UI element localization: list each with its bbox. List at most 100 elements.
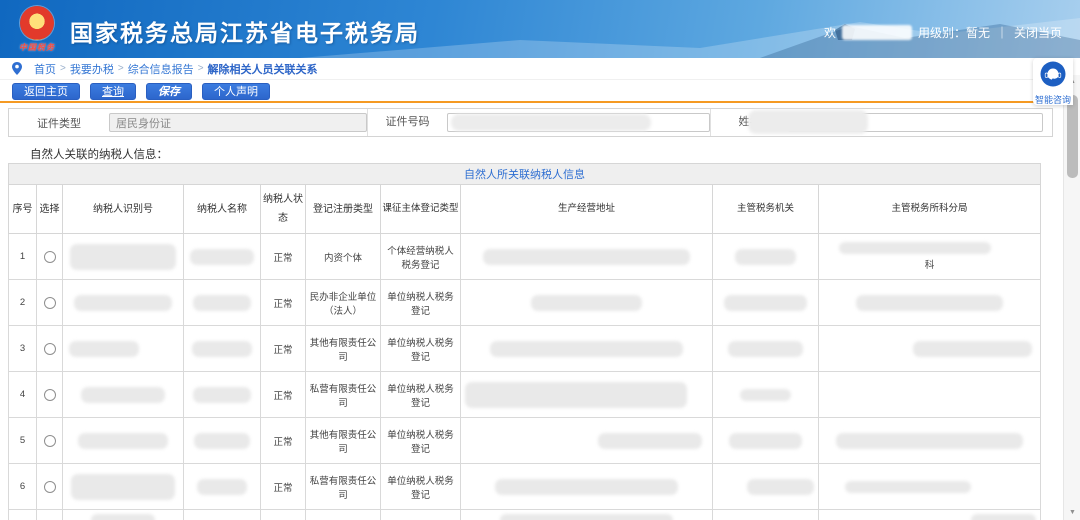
redacted-business-address <box>500 514 673 520</box>
redacted-business-address <box>531 295 642 311</box>
col-header-tax-branch: 主管税务所科分局 <box>819 185 1041 234</box>
col-header-select: 选择 <box>37 185 63 234</box>
col-header-levy-subject-type: 课征主体登记类型 <box>381 185 461 234</box>
logo-caption: 中国税务 <box>14 42 60 53</box>
taxpayer-status: 正常 <box>261 234 306 280</box>
divider-text: ｜ <box>996 24 1008 41</box>
redacted-taxpayer-name <box>192 341 251 357</box>
redacted-tax-authority <box>740 389 791 401</box>
levy-subject-type: 个体经营纳税人税务登记 <box>381 234 461 280</box>
scrollbar-thumb[interactable] <box>1067 95 1078 178</box>
redacted-taxpayer-name <box>194 433 250 449</box>
redacted-taxpayer-id <box>71 474 175 500</box>
redacted-taxpayer-name <box>197 479 247 495</box>
select-radio[interactable] <box>44 435 56 447</box>
taxpayer-status: 正常 <box>261 280 306 326</box>
col-header-taxpayer-id: 纳税人识别号 <box>63 185 184 234</box>
col-header-taxpayer-status: 纳税人状态 <box>261 185 306 234</box>
registration-type: 私营有限责任公司 <box>306 464 381 510</box>
redacted-taxpayer-id <box>81 387 165 403</box>
scroll-down-arrow[interactable]: ▼ <box>1064 506 1080 520</box>
breadcrumb-separator: > <box>198 63 204 74</box>
table-row-partial <box>9 510 1041 520</box>
orange-divider <box>0 101 1063 103</box>
taxpayer-status: 正常 <box>261 418 306 464</box>
select-radio[interactable] <box>44 481 56 493</box>
save-button[interactable]: 保存 <box>146 83 192 100</box>
redacted-business-address <box>495 479 678 495</box>
table-row: 4 正常 私营有限责任公司 单位纳税人税务登记 <box>9 372 1041 418</box>
location-pin-icon <box>12 62 22 75</box>
breadcrumb-home[interactable]: 首页 <box>34 61 56 77</box>
certificate-number-label: 证件号码 <box>367 109 447 136</box>
redacted-business-address <box>465 382 687 408</box>
col-header-business-address: 生产经营地址 <box>461 185 713 234</box>
smart-consult-label: 智能咨询 <box>1033 93 1073 106</box>
breadcrumb-i-want-to-do-tax[interactable]: 我要办税 <box>70 61 114 77</box>
select-radio[interactable] <box>44 297 56 309</box>
table-title: 自然人所关联纳税人信息 <box>9 164 1041 185</box>
top-banner: ★ 中国税务 国家税务总局江苏省电子税务局 欢 用级别：暂无 ｜ 关闭当页 <box>0 0 1080 58</box>
breadcrumb-comprehensive-info-report[interactable]: 综合信息报告 <box>128 61 194 77</box>
col-header-registration-type: 登记注册类型 <box>306 185 381 234</box>
col-header-index: 序号 <box>9 185 37 234</box>
breadcrumb-separator: > <box>60 63 66 74</box>
select-radio[interactable] <box>44 343 56 355</box>
row-index: 6 <box>9 464 37 510</box>
redacted-taxpayer-id <box>74 295 173 311</box>
redacted-taxpayer-id <box>78 433 168 449</box>
levy-subject-type: 单位纳税人税务登记 <box>381 372 461 418</box>
taxpayer-status: 正常 <box>261 326 306 372</box>
redacted-tax-branch <box>836 433 1023 449</box>
site-title: 国家税务总局江苏省电子税务局 <box>70 14 420 48</box>
certificate-type-input[interactable] <box>109 113 367 132</box>
redacted-tax-branch <box>913 341 1032 357</box>
redacted-business-address <box>483 249 690 265</box>
levy-subject-type: 单位纳税人税务登记 <box>381 464 461 510</box>
national-emblem-icon: ★ <box>20 6 54 40</box>
customer-service-headset-icon <box>1040 61 1066 87</box>
certificate-type-label: 证件类型 <box>9 115 109 131</box>
redacted-tax-branch <box>856 295 1004 311</box>
levy-subject-type: 单位纳税人税务登记 <box>381 280 461 326</box>
taxpayer-status: 正常 <box>261 372 306 418</box>
registration-type: 民办非企业单位（法人） <box>306 280 381 326</box>
redacted-username <box>842 25 912 40</box>
select-radio[interactable] <box>44 251 56 263</box>
user-level-text: 用级别：暂无 <box>918 24 990 41</box>
registration-type: 其他有限责任公司 <box>306 326 381 372</box>
close-page-link[interactable]: 关闭当页 <box>1014 24 1062 41</box>
vertical-scrollbar[interactable]: ▲ ▼ <box>1063 75 1080 520</box>
return-home-button[interactable]: 返回主页 <box>12 83 80 100</box>
redacted-tax-branch <box>845 481 971 493</box>
redacted-tax-branch <box>839 242 991 254</box>
table-row: 1 正常 内资个体 个体经营纳税人税务登记 科 <box>9 234 1041 280</box>
col-header-tax-authority: 主管税务机关 <box>713 185 819 234</box>
table-row: 2 正常 民办非企业单位（法人） 单位纳税人税务登记 <box>9 280 1041 326</box>
redacted-business-address <box>490 341 683 357</box>
breadcrumb: 首页 > 我要办税 > 综合信息报告 > 解除相关人员关联关系 <box>0 58 1063 80</box>
redacted-name <box>748 110 868 134</box>
redacted-taxpayer-name <box>193 295 251 311</box>
welcome-partial-text: 欢 <box>824 24 836 41</box>
redacted-taxpayer-id <box>70 244 177 270</box>
redacted-taxpayer-name <box>193 387 251 403</box>
redacted-taxpayer-id <box>69 341 139 357</box>
table-row: 5 正常 其他有限责任公司 单位纳税人税务登记 <box>9 418 1041 464</box>
levy-subject-type: 单位纳税人税务登记 <box>381 326 461 372</box>
row-index: 5 <box>9 418 37 464</box>
query-button[interactable]: 查询 <box>90 83 136 100</box>
redacted-business-address <box>598 433 702 449</box>
smart-consult-widget[interactable]: 智能咨询 <box>1033 58 1073 105</box>
toolbar: 返回主页 查询 保存 个人声明 <box>0 80 1063 103</box>
section-title: 自然人关联的纳税人信息： <box>30 146 168 162</box>
breadcrumb-current-page[interactable]: 解除相关人员关联关系 <box>208 61 318 77</box>
levy-subject-type: 单位纳税人税务登记 <box>381 418 461 464</box>
breadcrumb-separator: > <box>118 63 124 74</box>
table-row: 6 正常 私营有限责任公司 单位纳税人税务登记 <box>9 464 1041 510</box>
select-radio[interactable] <box>44 389 56 401</box>
identity-query-form: 证件类型 证件号码 姓名 <box>8 108 1053 137</box>
personal-statement-button[interactable]: 个人声明 <box>202 83 270 100</box>
redacted-tax-authority <box>724 295 807 311</box>
taxpayer-status: 正常 <box>261 464 306 510</box>
